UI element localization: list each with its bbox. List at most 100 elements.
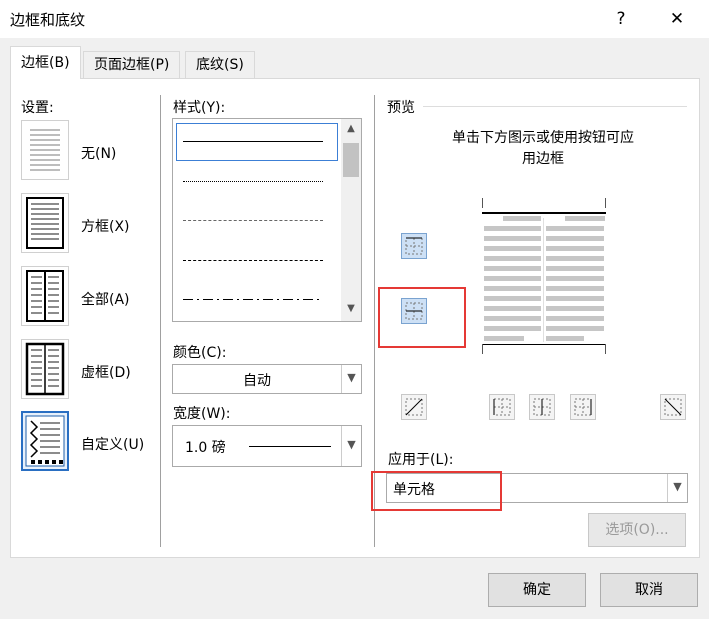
left-border-button[interactable] [489,394,515,420]
setting-box-label[interactable]: 方框(X) [81,216,130,236]
width-heading: 宽度(W): [173,406,231,422]
preview-text-bar [546,336,584,341]
preview-text-bar [484,256,541,261]
style-dashed-option[interactable] [183,260,323,261]
style-listbox[interactable]: ▲ ▼ [172,118,362,322]
preview-text-bar [484,276,541,281]
style-dotted-option[interactable] [183,181,323,182]
diagonal-down-border-button[interactable] [660,394,686,420]
preview-text-bar [546,226,604,231]
style-scrollbar[interactable]: ▲ ▼ [341,119,361,321]
scroll-up-icon[interactable]: ▲ [341,123,361,134]
tab-shading[interactable]: 底纹(S) [185,51,255,79]
preview-text-bar [546,256,604,261]
preview-text-bar [546,296,604,301]
border-all-icon [26,270,64,322]
preview-text-bar [484,336,524,341]
preview-text-bar [484,296,541,301]
border-none-icon [30,129,60,171]
border-top-icon [405,237,423,255]
setting-custom-label[interactable]: 自定义(U) [81,434,144,454]
right-border-button[interactable] [570,394,596,420]
setting-all-button[interactable] [21,266,69,326]
preview-text-bar [546,246,604,251]
top-border-button[interactable] [401,233,427,259]
border-box-icon [26,197,64,249]
border-inside-vertical-icon [533,398,551,416]
cancel-button[interactable]: 取消 [600,573,698,607]
setting-none-label[interactable]: 无(N) [81,143,116,163]
border-left-icon [493,398,511,416]
width-value: 1.0 磅 [185,440,226,456]
width-dropdown[interactable]: 1.0 磅 ▼ [172,425,362,467]
highlight-annotation [371,471,502,511]
setting-grid-label[interactable]: 虚框(D) [81,362,131,382]
preview-text-bar [484,286,541,291]
preview-text-bar [484,266,541,271]
preview-text-bar [546,306,604,311]
color-dropdown[interactable]: 自动 ▼ [172,364,362,394]
setting-grid-button[interactable] [21,339,69,399]
preview-text-bar [565,216,605,221]
scroll-down-icon[interactable]: ▼ [341,303,361,314]
setting-none-button[interactable] [21,120,69,180]
chevron-down-icon[interactable]: ▼ [667,474,687,502]
options-button[interactable]: 选项(O)... [588,513,686,547]
color-heading: 颜色(C): [173,345,227,361]
title-bar: 边框和底纹 ? ✕ [0,0,709,38]
style-dash-dot-option[interactable] [183,299,323,300]
close-button[interactable]: ✕ [662,6,692,32]
window-title: 边框和底纹 [10,11,86,29]
inside-vertical-border-button[interactable] [529,394,555,420]
preview-text-bar [546,236,604,241]
color-value: 自动 [243,373,271,389]
divider-left [160,95,161,547]
style-heading: 样式(Y): [173,100,226,116]
preview-text-bar [546,276,604,281]
preview-hint-line2: 用边框 [522,151,564,167]
preview-text-bar [484,236,541,241]
preview-text-bar [484,226,541,231]
diagonal-up-border-button[interactable] [401,394,427,420]
chevron-down-icon[interactable]: ▼ [341,426,361,466]
preview-text-bar [546,326,604,331]
settings-heading: 设置: [21,100,54,116]
preview-hint-line1: 单击下方图示或使用按钮可应 [452,130,634,146]
preview-text-bar [546,316,604,321]
tab-borders[interactable]: 边框(B) [10,46,81,79]
chevron-down-icon[interactable]: ▼ [341,365,361,393]
help-button[interactable]: ? [606,6,636,32]
corner-mark [482,344,483,354]
tab-page-border[interactable]: 页面边框(P) [83,51,181,79]
setting-box-button[interactable] [21,193,69,253]
border-grid-icon [25,342,65,396]
preview-text-bar [484,326,541,331]
style-solid-option[interactable] [183,141,323,142]
scroll-thumb[interactable] [343,143,359,177]
apply-to-heading: 应用于(L): [388,452,454,468]
corner-mark [605,198,606,208]
preview-text-bar [484,306,541,311]
diagonal-down-icon [664,398,682,416]
ok-button[interactable]: 确定 [488,573,586,607]
preview-area[interactable] [473,198,613,358]
corner-mark [605,344,606,354]
border-custom-icon [25,415,65,467]
preview-text-bar [503,216,541,221]
preview-top-border [482,212,606,214]
preview-text-bar [546,266,604,271]
highlight-annotation [378,287,466,348]
style-selected-item[interactable] [176,123,338,161]
diagonal-up-icon [405,398,423,416]
setting-custom-button[interactable] [21,411,69,471]
preview-text-bar [484,316,541,321]
preview-heading-rule [423,106,687,107]
preview-text-bar [484,246,541,251]
border-right-icon [574,398,592,416]
preview-text-bar [546,286,604,291]
preview-center-divider [543,218,544,342]
preview-heading: 预览 [387,100,415,116]
width-sample-line [249,446,331,447]
style-dashed-fine-option[interactable] [183,220,323,221]
setting-all-label[interactable]: 全部(A) [81,289,130,309]
